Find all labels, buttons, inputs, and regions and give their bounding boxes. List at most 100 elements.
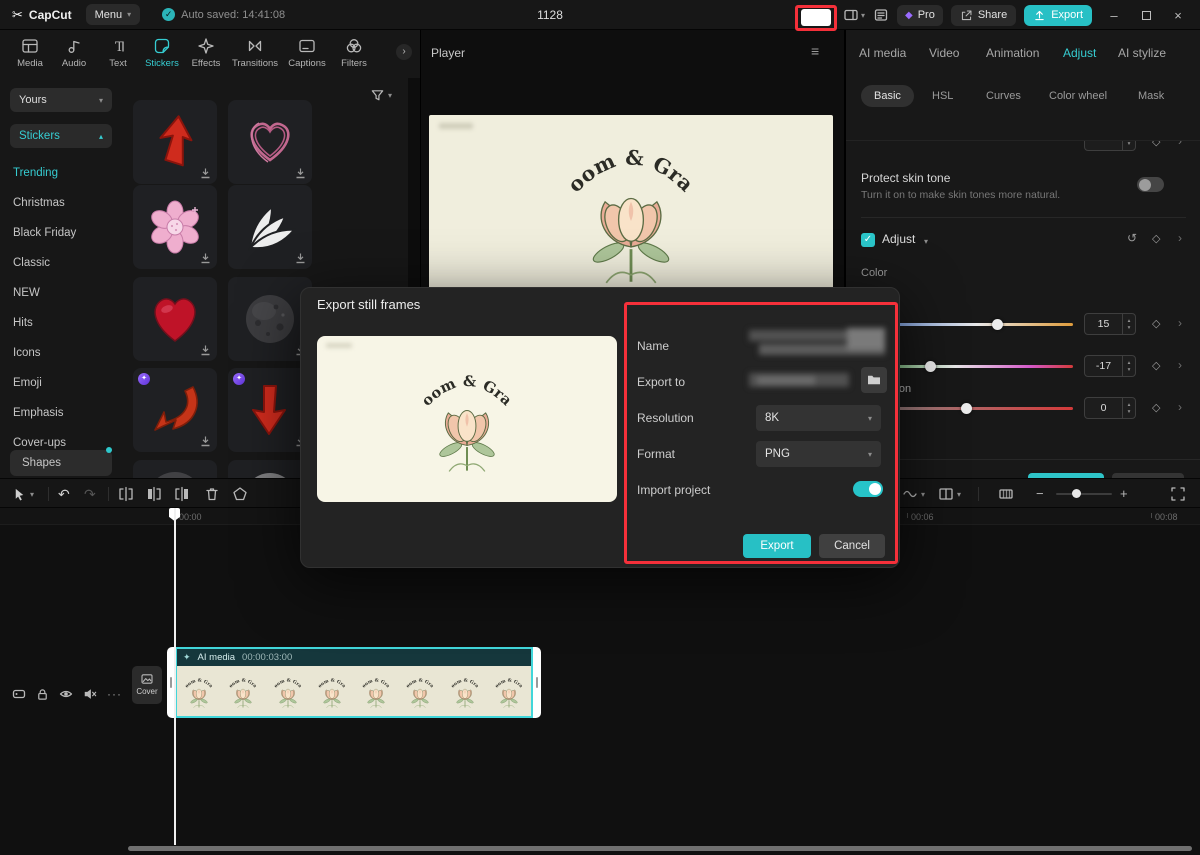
reset-icon[interactable]: ↺ <box>1127 231 1137 245</box>
subtab-hsl[interactable]: HSL <box>932 85 953 107</box>
chevron-right-icon[interactable]: › <box>1178 358 1182 372</box>
sticker-tile-red-arrow-up[interactable] <box>133 100 217 184</box>
shortcuts-icon-button[interactable] <box>873 7 889 23</box>
tab-ai-stylize[interactable]: AI stylize <box>1118 46 1166 60</box>
sidebar-item-emoji[interactable]: Emoji <box>0 368 122 398</box>
audio-waveform-options-button[interactable]: ▾ <box>902 486 925 502</box>
tab-filters[interactable]: Filters <box>332 30 376 78</box>
adjust-enabled-checkbox[interactable]: ✓ <box>861 233 875 247</box>
timeline-scrollbar[interactable] <box>128 846 1192 851</box>
select-tool-button[interactable]: ▾ <box>12 487 34 502</box>
sidebar-item-black-friday[interactable]: Black Friday <box>0 218 122 248</box>
tab-text[interactable]: T Text <box>96 30 140 78</box>
playhead[interactable] <box>169 508 181 845</box>
timeline-clip[interactable]: ✦ AI media 00:00:03:00 <box>167 647 541 718</box>
more-tabs-button[interactable]: › <box>396 44 412 60</box>
sidebar-item-hits[interactable]: Hits <box>0 308 122 338</box>
keyframe-icon[interactable]: ◇ <box>1152 401 1160 414</box>
dialog-cancel-button[interactable]: Cancel <box>819 534 885 558</box>
sidebar-item-classic[interactable]: Classic <box>0 248 122 278</box>
tab-video[interactable]: Video <box>929 46 959 60</box>
chevron-right-icon[interactable]: › <box>1178 140 1182 148</box>
resolution-select[interactable]: 8K▾ <box>756 405 881 431</box>
minimize-button[interactable]: – <box>1098 0 1130 30</box>
download-icon[interactable] <box>199 344 212 357</box>
stepper-arrows[interactable]: ▴▾ <box>1122 314 1135 334</box>
cover-button[interactable]: Cover <box>132 666 162 704</box>
delete-right-button[interactable] <box>174 486 190 502</box>
download-icon[interactable] <box>199 252 212 265</box>
preview-frames-button[interactable] <box>998 486 1014 502</box>
temp-slider-handle[interactable] <box>992 319 1003 330</box>
eye-icon[interactable] <box>59 687 73 701</box>
yours-dropdown[interactable]: Yours▾ <box>10 88 112 112</box>
saturation-slider-handle[interactable] <box>961 403 972 414</box>
chevron-right-icon[interactable]: › <box>1178 316 1182 330</box>
export-path-redacted[interactable] <box>749 370 853 392</box>
split-clip-button[interactable] <box>118 486 134 502</box>
zoom-out-button[interactable]: − <box>1036 486 1044 501</box>
tab-transitions[interactable]: Transitions <box>228 30 282 78</box>
close-button[interactable]: × <box>1162 0 1194 30</box>
sticker-filter-button[interactable]: ▾ <box>370 88 392 103</box>
sidebar-item-trending[interactable]: Trending <box>0 158 122 188</box>
tab-media[interactable]: Media <box>8 30 52 78</box>
keyframe-icon[interactable]: ◇ <box>1152 232 1160 245</box>
browse-folder-button[interactable] <box>861 367 887 393</box>
keyframe-icon[interactable]: ◇ <box>1152 140 1160 148</box>
timeline-zoom-slider[interactable] <box>1056 493 1112 495</box>
tab-stickers[interactable]: Stickers <box>140 30 184 78</box>
subtab-mask[interactable]: Mask <box>1138 85 1164 107</box>
mute-speaker-icon[interactable] <box>83 687 97 701</box>
more-options-icon[interactable]: ··· <box>107 687 122 701</box>
stepper-arrows[interactable]: ▴▾ <box>1122 398 1135 418</box>
tab-audio[interactable]: Audio <box>52 30 96 78</box>
sticker-tile-pink-scribble-heart[interactable] <box>228 100 312 184</box>
dialog-export-button[interactable]: Export <box>743 534 811 558</box>
sidebar-section-stickers[interactable]: Stickers▴ <box>10 124 112 148</box>
subtab-curves[interactable]: Curves <box>986 85 1021 107</box>
track-view-options-button[interactable]: ▾ <box>938 486 961 502</box>
chevron-down-icon[interactable]: ▾ <box>924 237 928 246</box>
sidebar-item-icons[interactable]: Icons <box>0 338 122 368</box>
keyframe-icon[interactable]: ◇ <box>1152 317 1160 330</box>
export-button[interactable]: Export <box>1024 5 1092 26</box>
zoom-in-button[interactable]: + <box>1120 486 1128 501</box>
player-menu-icon[interactable]: ≡ <box>811 43 819 59</box>
redo-button[interactable]: ↷ <box>84 486 96 503</box>
fit-timeline-button[interactable] <box>1170 486 1186 502</box>
download-icon[interactable] <box>199 167 212 180</box>
delete-left-button[interactable] <box>146 486 162 502</box>
import-project-toggle[interactable] <box>853 481 883 497</box>
chevron-right-icon[interactable]: › <box>1178 231 1182 245</box>
sticker-tile-red-heart[interactable] <box>133 277 217 361</box>
keyframe-icon[interactable]: ◇ <box>1152 359 1160 372</box>
lock-icon[interactable] <box>36 688 49 701</box>
menu-button[interactable]: Menu▾ <box>86 4 141 25</box>
main-track-icon[interactable] <box>12 687 26 701</box>
saturation-value-box[interactable]: 0▴▾ <box>1084 397 1136 419</box>
tint-value-box[interactable]: -17▴▾ <box>1084 355 1136 377</box>
layout-toggle-icon-button[interactable]: ▾ <box>843 7 865 23</box>
slider-value-partial[interactable]: ▴▾ <box>1084 140 1136 151</box>
sticker-tile-pink-flower[interactable] <box>133 185 217 269</box>
maximize-button[interactable] <box>1130 0 1162 30</box>
sidebar-item-christmas[interactable]: Christmas <box>0 188 122 218</box>
delete-button[interactable] <box>204 486 220 502</box>
tab-animation[interactable]: Animation <box>986 46 1039 60</box>
temp-value-box[interactable]: 15▴▾ <box>1084 313 1136 335</box>
protect-skin-tone-toggle[interactable] <box>1137 177 1164 192</box>
pro-badge[interactable]: ◆ Pro <box>897 5 943 26</box>
undo-button[interactable]: ↶ <box>58 486 70 503</box>
subtab-color-wheel[interactable]: Color wheel <box>1049 85 1107 107</box>
format-select[interactable]: PNG▾ <box>756 441 881 467</box>
clip-right-handle[interactable] <box>533 647 541 718</box>
sidebar-item-shapes[interactable]: Shapes <box>10 450 112 476</box>
sidebar-item-emphasis[interactable]: Emphasis <box>0 398 122 428</box>
download-icon[interactable] <box>199 435 212 448</box>
name-value-redacted[interactable] <box>749 328 889 360</box>
sticker-tile-white-petals[interactable] <box>228 185 312 269</box>
chevron-right-icon[interactable]: › <box>1178 400 1182 414</box>
tab-ai-media[interactable]: AI media <box>859 46 906 60</box>
tab-captions[interactable]: Captions <box>282 30 332 78</box>
